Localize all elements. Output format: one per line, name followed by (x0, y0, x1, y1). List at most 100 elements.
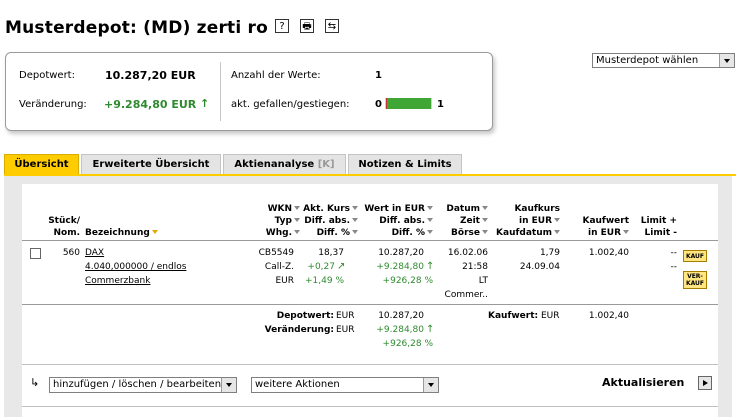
sort-icon (554, 230, 560, 234)
print-icon[interactable]: 🖶 (300, 19, 314, 33)
col-header-kaufdatum-label: Kaufdatum (496, 228, 552, 238)
veraenderung-value: +9.284,80 EUR (104, 98, 197, 111)
col-header-wkn-label: WKN (267, 204, 292, 214)
aktualisieren-link[interactable]: Aktualisieren (602, 376, 684, 389)
col-header-limit-minus: Limit - (644, 228, 677, 238)
gestiegen-value: 1 (437, 99, 444, 110)
total-veraenderung-label: Veränderung: (264, 325, 334, 335)
col-header-wert-pct[interactable]: Diff. % (358, 228, 433, 238)
cell-stueck: 560 (62, 248, 80, 258)
col-header-kaufkurs-eur-label: in EUR (518, 216, 552, 226)
bearbeiten-select-value: hinzufügen / löschen / bearbeiten (53, 379, 222, 390)
col-header-kurs-pct-label: Diff. % (316, 228, 350, 238)
bottom-divider (22, 406, 718, 407)
cell-wert-pct: +926,28 % (382, 276, 433, 286)
col-header-whg-label: Whg. (265, 228, 292, 238)
col-header-datum[interactable]: Datum (432, 204, 488, 214)
col-header-wert-label: Wert in EUR (364, 204, 425, 214)
cell-kurs-diff: +0,27 (307, 262, 335, 272)
col-header-boerse[interactable]: Börse (432, 228, 488, 238)
total-veraenderung-cur: EUR (336, 325, 355, 335)
cell-name-link[interactable]: DAX (85, 248, 104, 258)
cell-kurs: 18,37 (318, 248, 344, 258)
cell-datum: 16.02.06 (447, 248, 488, 258)
tab-aktienanalyse[interactable]: Aktienanalyse [K] (223, 154, 346, 174)
verkauf-button-line2: KAUF (685, 280, 705, 287)
gestiegen-bar-fill (386, 98, 431, 109)
total-kaufwert-cur: EUR (541, 311, 560, 321)
summary-divider (220, 62, 221, 121)
col-header-kaufwert-eur[interactable]: in EUR (562, 228, 629, 238)
cell-wert: 10.287,20 (378, 248, 424, 258)
total-depotwert-cur: EUR (336, 311, 355, 321)
col-header-kaufkurs: Kaufkurs (514, 204, 560, 214)
arrow-up-icon: ↑ (200, 97, 210, 110)
play-right-icon[interactable] (698, 376, 712, 390)
total-depotwert-value: 10.287,20 (378, 311, 424, 321)
cell-boerse-name: Commer.. (444, 290, 488, 300)
col-header-datum-label: Datum (446, 204, 480, 214)
total-kaufwert-label: Kaufwert: (488, 311, 539, 321)
tab-uebersicht[interactable]: Übersicht (4, 154, 79, 174)
cell-kurs-pct: +1,49 % (305, 276, 344, 286)
portfolio-table: Stück/ Nom. Bezeichnung WKN Typ Whg. Akt… (22, 184, 718, 417)
help-icon[interactable]: ? (275, 19, 289, 33)
total-veraenderung-pct: +926,28 % (382, 339, 433, 349)
sort-icon (623, 230, 629, 234)
cell-kaufwert: 1.002,40 (588, 248, 629, 258)
col-header-kurs-diff[interactable]: Diff. abs. (292, 216, 358, 226)
tab-notizen-limits[interactable]: Notizen & Limits (348, 154, 462, 174)
cell-detail-link[interactable]: 4.040,000000 / endlos (85, 262, 186, 272)
row-divider (22, 304, 718, 305)
col-header-wert[interactable]: Wert in EUR (358, 204, 433, 214)
refresh-icon[interactable]: ⇆ (325, 19, 339, 33)
page-title: Musterdepot: (MD) zerti ro (5, 18, 268, 38)
col-header-boerse-label: Börse (451, 228, 480, 238)
col-header-bezeichnung-label: Bezeichnung (85, 228, 150, 238)
col-header-bezeichnung[interactable]: Bezeichnung (85, 228, 158, 238)
col-header-wert-pct-label: Diff. % (391, 228, 425, 238)
total-depotwert-label: Depotwert: (276, 311, 334, 321)
col-header-wert-diff-label: Diff. abs. (379, 216, 425, 226)
col-header-zeit[interactable]: Zeit (432, 216, 488, 226)
cell-limit-minus: -- (670, 262, 678, 272)
cell-whg: EUR (275, 276, 294, 286)
cell-emittent-link[interactable]: Commerzbank (85, 276, 150, 286)
arrow-down-right-icon: ↳ (30, 376, 40, 389)
col-header-kurs[interactable]: Akt. Kurs (292, 204, 358, 214)
cell-wkn: CB5549 (258, 248, 294, 258)
col-header-kaufwert: Kaufwert (582, 216, 629, 226)
kauf-button[interactable]: KAUF (683, 250, 707, 262)
col-header-wert-diff[interactable]: Diff. abs. (358, 216, 433, 226)
weitere-aktionen-select[interactable]: weitere Aktionen (251, 377, 439, 393)
cell-limit-plus: -- (670, 248, 678, 258)
gefallen-value: 0 (375, 99, 382, 110)
col-header-stueck: Stück/ (48, 216, 80, 226)
cell-wert-diff: +9.284,80 (376, 262, 424, 272)
total-veraenderung-value: +9.284,80 (376, 325, 424, 335)
header-divider (22, 240, 718, 241)
sort-icon (554, 218, 560, 222)
chevron-down-icon (719, 54, 734, 67)
cell-typ: Call-Z. (264, 262, 294, 272)
actions-divider (22, 364, 718, 365)
verkauf-button-line1: VER- (687, 273, 703, 280)
col-header-kurs-pct[interactable]: Diff. % (292, 228, 358, 238)
col-header-kaufkurs-eur[interactable]: in EUR (488, 216, 560, 226)
verkauf-button[interactable]: VER- KAUF (683, 271, 707, 289)
cell-boerse: LT (478, 276, 488, 286)
arrow-up-right-icon: ↗ (337, 261, 346, 272)
col-header-limit-plus: Limit + (640, 216, 677, 226)
depot-select[interactable]: Musterdepot wählen (592, 53, 735, 68)
tab-aktienanalyse-label: Aktienanalyse (234, 159, 315, 170)
col-header-kaufdatum[interactable]: Kaufdatum (488, 228, 560, 238)
chevron-down-icon (221, 378, 236, 392)
tab-erweiterte-uebersicht[interactable]: Erweiterte Übersicht (81, 154, 221, 174)
col-header-kurs-diff-label: Diff. abs. (304, 216, 350, 226)
bearbeiten-select[interactable]: hinzufügen / löschen / bearbeiten (49, 377, 237, 393)
gestiegen-bar-track (385, 98, 432, 109)
cell-kaufkurs: 1,79 (539, 248, 560, 258)
depotwert-label: Depotwert: (19, 70, 75, 81)
cell-zeit: 21:58 (462, 262, 488, 272)
anzahl-label: Anzahl der Werte: (231, 70, 321, 81)
